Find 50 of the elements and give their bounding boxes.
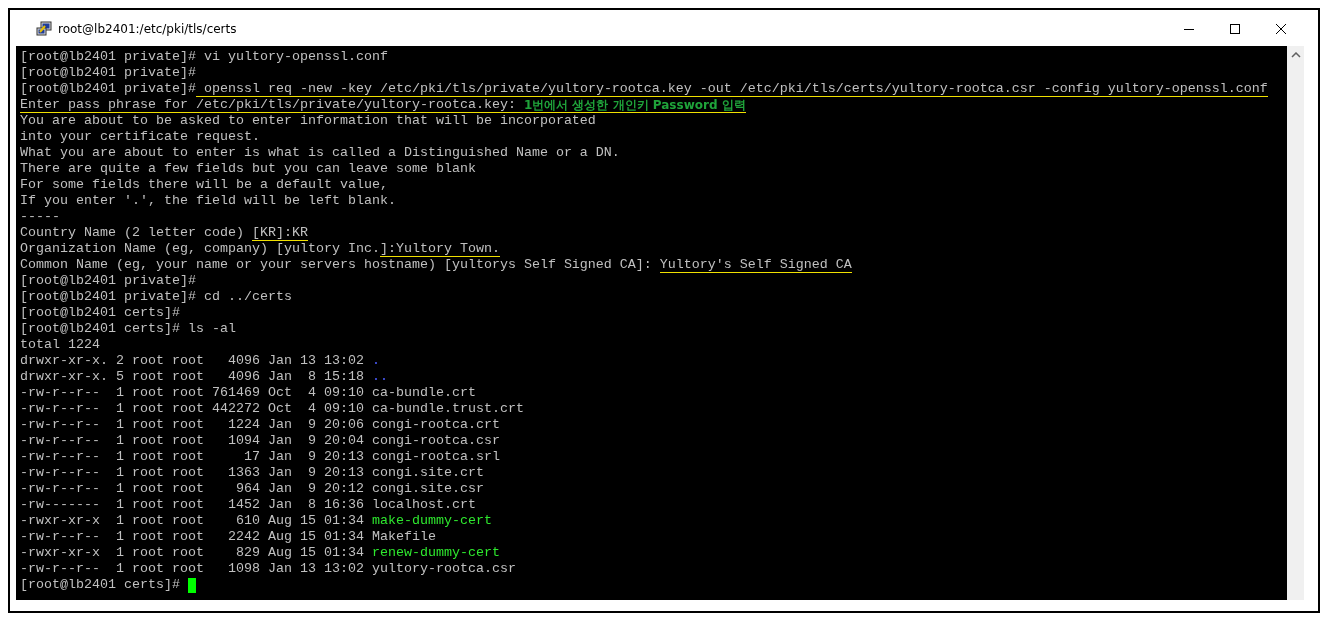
close-icon[interactable] — [1275, 23, 1287, 35]
terminal-text: There are quite a few fields but you can leave some blank — [20, 161, 476, 177]
cursor — [187, 577, 196, 593]
terminal-text: -rw-r--r-- 1 root root 1094 Jan 9 20:04 congi-rootca.csr — [20, 433, 500, 449]
terminal-text: [root@lb2401 private]# — [20, 273, 196, 289]
terminal-text: [root@lb2401 certs]# ls -al — [20, 321, 236, 337]
terminal-text: [root@lb2401 private]# — [20, 81, 196, 97]
terminal-text: Country Name (2 letter code) — [20, 225, 245, 241]
terminal-text: [root@lb2401 private]# — [20, 65, 196, 81]
terminal-text: [root@lb2401 private]# vi yultory-openssl.conf — [20, 49, 388, 65]
terminal-text: [KR]:KR — [251, 225, 308, 241]
terminal-text: [root@lb2401 certs]# — [20, 577, 181, 593]
terminal-text: -rw-r--r-- 1 root root 1098 Jan 13 13:02 yultory-rootca.csr — [20, 561, 516, 577]
computer-icon — [36, 21, 52, 37]
terminal-text: [root@lb2401 private]# cd ../certs — [20, 289, 292, 305]
terminal-text: -rwxr-xr-x 1 root root 610 Aug 15 01:34 — [20, 513, 365, 529]
terminal-text: -rw-r--r-- 1 root root 442272 Oct 4 09:10 ca-bundle.trust.crt — [20, 401, 524, 417]
annotation-note: 1번에서 생성한 개인키 Password 입력 — [523, 97, 746, 113]
terminal-text: Yultory's Self Signed CA — [659, 257, 852, 273]
terminal-text: into your certificate request. — [20, 129, 260, 145]
terminal-text: What you are about to enter is what is called a Distinguished Name or a DN. — [20, 145, 620, 161]
directory-name: . — [371, 353, 380, 369]
terminal-text: -rw-r--r-- 1 root root 761469 Oct 4 09:10 ca-bundle.crt — [20, 385, 476, 401]
terminal-text: -rw-r--r-- 1 root root 17 Jan 9 20:13 congi-rootca.srl — [20, 449, 500, 465]
terminal-text: -rw------- 1 root root 1452 Jan 8 16:36 localhost.crt — [20, 497, 476, 513]
terminal-text: -rw-r--r-- 1 root root 2242 Aug 15 01:34 Makefile — [20, 529, 436, 545]
terminal-text: [root@lb2401 certs]# — [20, 305, 180, 321]
window-title: root@lb2401:/etc/pki/tls/certs — [58, 22, 237, 36]
directory-name: .. — [371, 369, 388, 385]
terminal-text: ]:Yultory Town. — [379, 241, 500, 257]
terminal-text: Organization Name (eg, company) [yultory Inc. — [20, 241, 380, 257]
terminal-text: If you enter '.', the field will be left blank. — [20, 193, 396, 209]
terminal-text: You are about to be asked to enter information that will be incorporated — [20, 113, 596, 129]
terminal-text: -rw-r--r-- 1 root root 1363 Jan 9 20:13 congi.site.crt — [20, 465, 484, 481]
terminal-text: openssl req -new -key /etc/pki/tls/private/yultory-rootca.key -out /etc/pki/tls/certs/yultory-rootca.csr -config yultory-openssl.conf — [195, 81, 1268, 97]
terminal-text: -rwxr-xr-x 1 root root 829 Aug 15 01:34 — [20, 545, 365, 561]
terminal-text: total 1224 — [20, 337, 100, 353]
terminal-text: -rw-r--r-- 1 root root 964 Jan 9 20:12 congi.site.csr — [20, 481, 484, 497]
terminal-text: Enter pass phrase for /etc/pki/tls/private/yultory-rootca.key: — [20, 97, 524, 113]
terminal-text: Common Name (eg, your name or your servers hostname) [yultorys Self Signed CA]: — [20, 257, 653, 273]
terminal-text: drwxr-xr-x. 2 root root 4096 Jan 13 13:02 — [20, 353, 365, 369]
executable-name: renew-dummy-cert — [371, 545, 500, 561]
terminal-text: For some fields there will be a default value, — [20, 177, 388, 193]
terminal-text: ----- — [20, 209, 60, 225]
scrollbar[interactable] — [1287, 46, 1304, 600]
scroll-up-icon[interactable] — [1290, 52, 1301, 58]
terminal-text: drwxr-xr-x. 5 root root 4096 Jan 8 15:18 — [20, 369, 365, 385]
executable-name: make-dummy-cert — [371, 513, 492, 529]
terminal-text: -rw-r--r-- 1 root root 1224 Jan 9 20:06 congi-rootca.crt — [20, 417, 500, 433]
maximize-icon[interactable] — [1229, 23, 1241, 35]
